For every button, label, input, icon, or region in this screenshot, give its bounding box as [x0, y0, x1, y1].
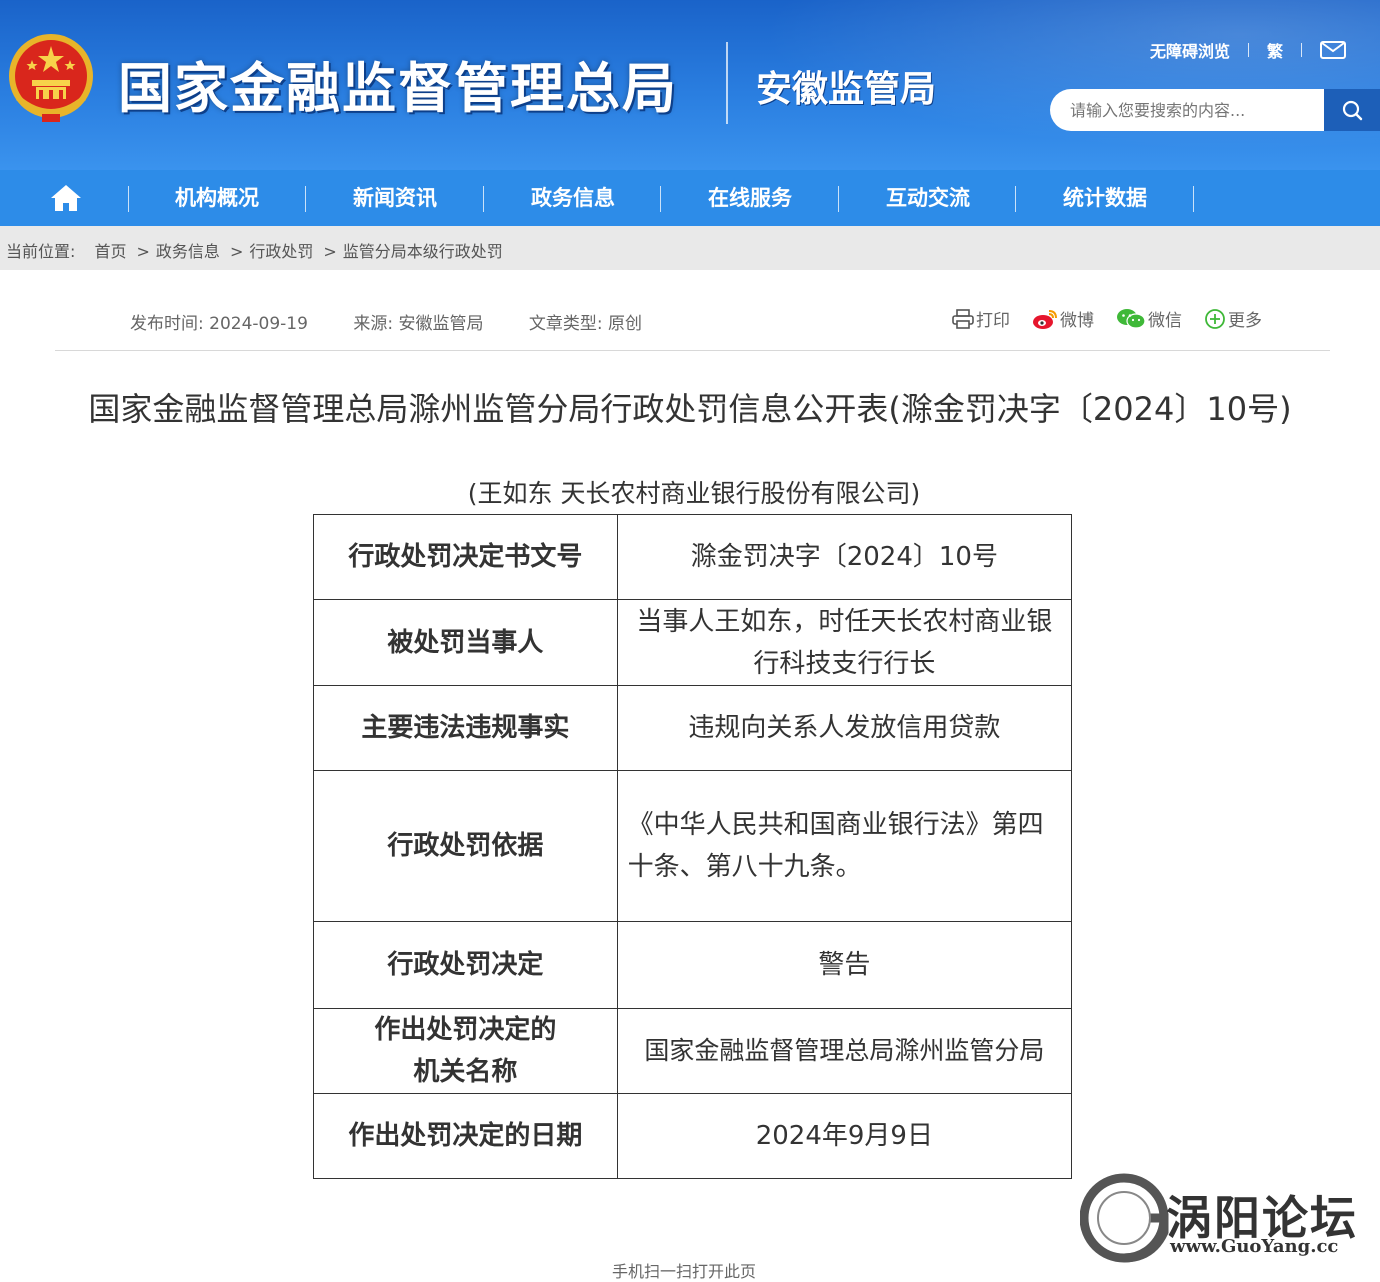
table-value-cell: 当事人王如东，时任天长农村商业银行科技支行行长: [616, 599, 1073, 686]
search-icon: [1342, 100, 1363, 121]
table-key-cell: 作出处罚决定的日期: [313, 1093, 618, 1179]
table-value-cell: 违规向关系人发放信用贷款: [616, 685, 1073, 771]
breadcrumb-item-home[interactable]: 首页: [95, 242, 127, 261]
breadcrumb-item-penalty[interactable]: 行政处罚: [249, 242, 313, 261]
print-label: 打印: [976, 311, 1010, 331]
breadcrumb-separator: >: [229, 242, 244, 261]
table-row: 作出处罚决定的机关名称 国家金融监督管理总局滁州监管分局: [313, 1008, 1073, 1094]
search-input[interactable]: [1050, 100, 1320, 120]
table-value-cell: 警告: [616, 921, 1073, 1009]
breadcrumb-label: 当前位置:: [6, 242, 76, 261]
home-icon: [51, 185, 81, 211]
article-subtitle: (王如东 天长农村商业银行股份有限公司): [467, 479, 921, 508]
weibo-icon: [1033, 309, 1057, 329]
link-separator: [1247, 43, 1249, 57]
table-row: 行政处罚依据 《中华人民共和国商业银行法》第四十条、第八十九条。: [313, 770, 1073, 922]
mail-icon[interactable]: [1320, 41, 1346, 59]
penalty-info-table: 行政处罚决定书文号 滁金罚决字〔2024〕10号 被处罚当事人 当事人王如东，时…: [313, 514, 1073, 1179]
watermark-url: www.GuoYang.cc: [1170, 1236, 1339, 1257]
wechat-icon: [1117, 308, 1146, 329]
weibo-share-button[interactable]: 微博: [1032, 306, 1094, 331]
breadcrumb-item-branch-penalty[interactable]: 监管分局本级行政处罚: [343, 242, 503, 261]
printer-icon: [952, 308, 974, 329]
article-meta: 发布时间: 2024-09-19 来源: 安徽监管局 文章类型: 原创: [130, 309, 682, 334]
nav-item-news[interactable]: 新闻资讯: [306, 170, 484, 226]
meta-divider: [55, 350, 1330, 351]
nav-home-button[interactable]: [46, 182, 86, 214]
weibo-label: 微博: [1060, 311, 1094, 331]
accessibility-link[interactable]: 无障碍浏览: [1150, 38, 1230, 62]
share-bar: 打印 微博 微信 更多: [930, 306, 1262, 331]
breadcrumb-bar: 当前位置: 首页 > 政务信息 > 行政处罚 > 监管分局本级行政处罚: [0, 226, 1380, 270]
nav-item-interaction[interactable]: 互动交流: [839, 170, 1017, 226]
site-header: 国家金融监督管理总局 安徽监管局 无障碍浏览 繁: [0, 0, 1380, 170]
table-value-cell: 滁金罚决字〔2024〕10号: [616, 514, 1073, 600]
nav-item-government[interactable]: 政务信息: [484, 170, 662, 226]
nav-separator: [1193, 186, 1194, 212]
top-links: 无障碍浏览 繁: [1150, 38, 1346, 62]
plus-circle-icon: [1205, 308, 1225, 329]
table-value-cell: 2024年9月9日: [616, 1093, 1073, 1179]
more-label: 更多: [1228, 311, 1262, 331]
table-row: 主要违法违规事实 违规向关系人发放信用贷款: [313, 685, 1073, 771]
table-key-cell: 行政处罚决定: [313, 921, 618, 1009]
table-row: 被处罚当事人 当事人王如东，时任天长农村商业银行科技支行行长: [313, 599, 1073, 686]
article-source: 来源: 安徽监管局: [353, 314, 484, 334]
traditional-chinese-link[interactable]: 繁: [1267, 38, 1283, 62]
wechat-share-button[interactable]: 微信: [1116, 306, 1182, 331]
print-button[interactable]: 打印: [952, 306, 1010, 331]
table-key-cell: 作出处罚决定的机关名称: [313, 1008, 618, 1094]
nav-item-online-service[interactable]: 在线服务: [661, 170, 839, 226]
breadcrumb-separator: >: [136, 242, 150, 261]
branch-title[interactable]: 安徽监管局: [756, 60, 936, 112]
site-title[interactable]: 国家金融监督管理总局: [118, 44, 678, 123]
breadcrumb-item-government[interactable]: 政务信息: [156, 242, 220, 261]
breadcrumb: 当前位置: 首页 > 政务信息 > 行政处罚 > 监管分局本级行政处罚: [6, 238, 507, 262]
table-value-cell: 国家金融监督管理总局滁州监管分局: [616, 1008, 1073, 1094]
wechat-label: 微信: [1148, 311, 1182, 331]
table-value-cell: 《中华人民共和国商业银行法》第四十条、第八十九条。: [616, 770, 1073, 922]
title-divider: [726, 42, 728, 124]
table-key-cell: 行政处罚决定书文号: [313, 514, 618, 600]
nav-item-statistics[interactable]: 统计数据: [1016, 170, 1194, 226]
national-emblem-icon[interactable]: [6, 30, 96, 126]
main-nav: 机构概况 新闻资讯 政务信息 在线服务 互动交流 统计数据: [0, 170, 1380, 226]
search-box: [1050, 89, 1380, 131]
nav-item-institution[interactable]: 机构概况: [128, 170, 306, 226]
breadcrumb-separator: >: [323, 242, 337, 261]
table-key-cell: 被处罚当事人: [313, 599, 618, 686]
qr-caption-partial: 手机扫一扫打开此页: [612, 1262, 757, 1281]
link-separator: [1301, 43, 1302, 57]
search-button[interactable]: [1324, 89, 1380, 131]
table-row: 作出处罚决定的日期 2024年9月9日: [313, 1093, 1073, 1179]
table-key-cell: 行政处罚依据: [313, 770, 618, 922]
publish-time: 发布时间: 2024-09-19: [130, 314, 308, 334]
article-title: 国家金融监督管理总局滁州监管分局行政处罚信息公开表(滁金罚决字〔2024〕10号…: [88, 390, 1292, 428]
table-key-text: 作出处罚决定的机关名称: [374, 1015, 557, 1087]
table-key-cell: 主要违法违规事实: [313, 685, 618, 771]
table-row: 行政处罚决定 警告: [313, 921, 1073, 1009]
article-type: 文章类型: 原创: [528, 314, 643, 334]
table-row: 行政处罚决定书文号 滁金罚决字〔2024〕10号: [313, 514, 1073, 600]
more-share-button[interactable]: 更多: [1204, 306, 1262, 331]
